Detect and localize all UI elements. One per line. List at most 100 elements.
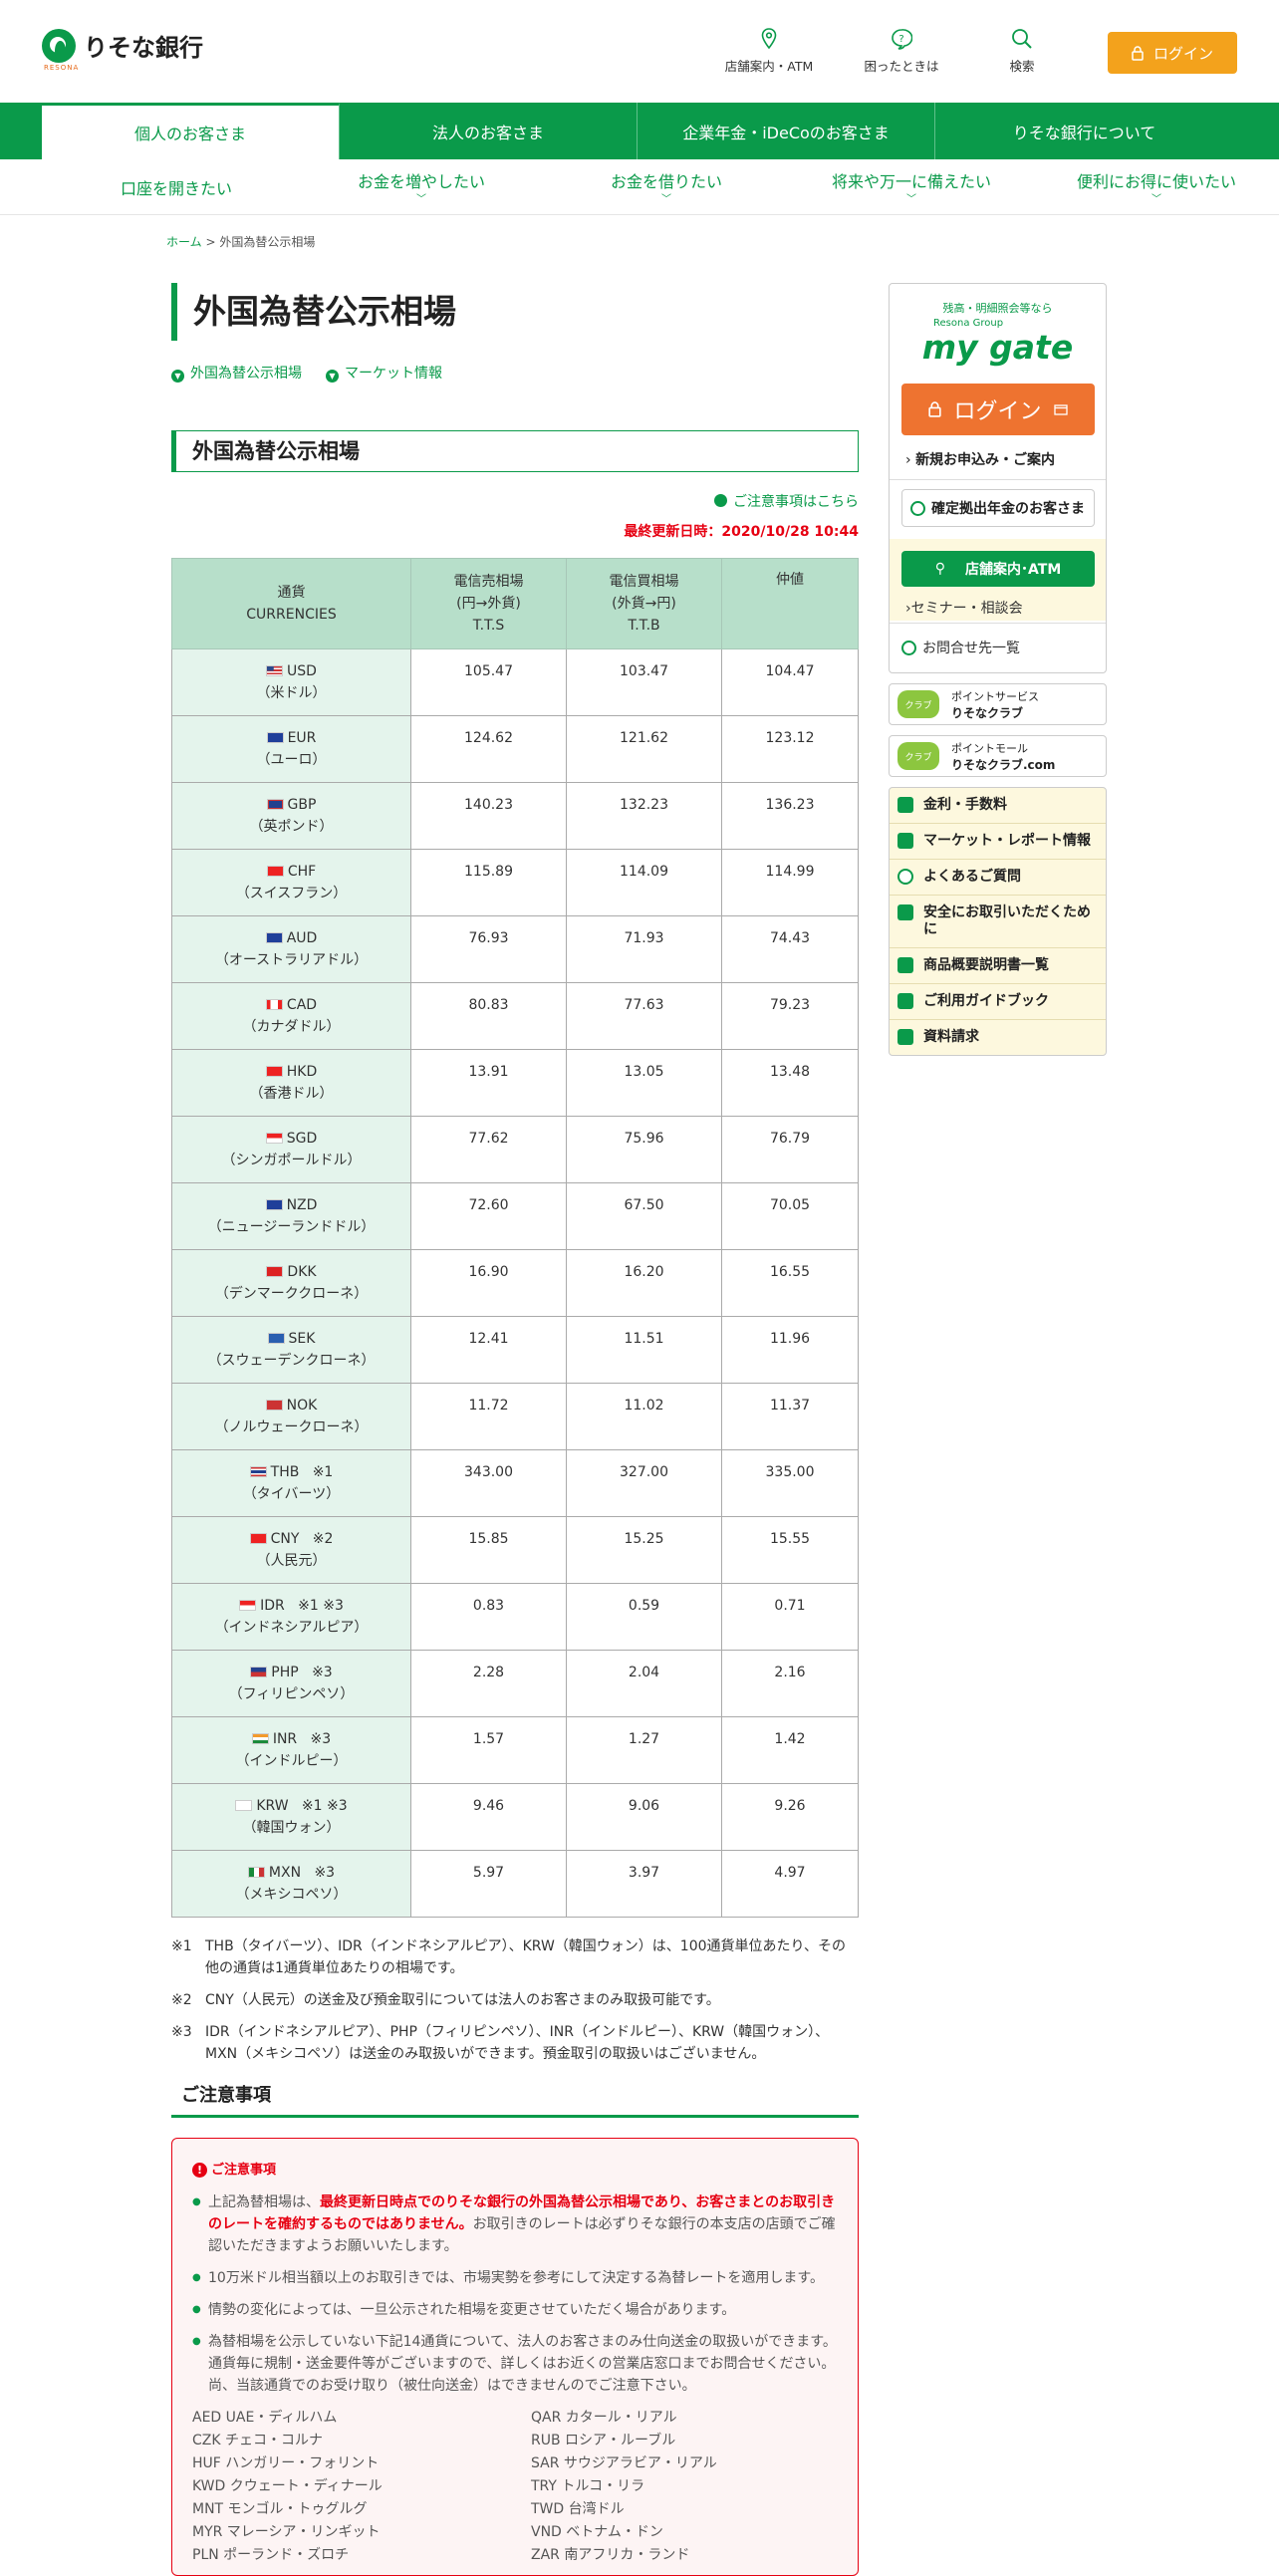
tts-cell: 76.93 (410, 915, 567, 983)
currency-code: SGD (286, 1131, 318, 1147)
currency-code: NOK (286, 1398, 318, 1414)
sidebar-link-rates[interactable]: 金利・手数料 (890, 788, 1106, 824)
footnote: ※1 THB（タイバーツ）、IDR（インドネシアルピア）、KRW（韓国ウォン）は、… (171, 1935, 859, 1979)
tab-corporate[interactable]: 法人のお客さま (340, 103, 638, 159)
mid-cell: 70.05 (721, 1182, 859, 1250)
currency-code: THB (270, 1464, 300, 1480)
tts-cell: 77.62 (410, 1116, 567, 1183)
sidebar-links: 金利・手数料 マーケット・レポート情報 よくあるご質問 安全にお取引いただくため… (889, 787, 1107, 1056)
tts-cell: 9.46 (410, 1783, 567, 1851)
currency-code: PHP (271, 1665, 299, 1680)
sub-nav-label: 便利にお得に使いたい (1076, 172, 1236, 191)
header-nav-atm[interactable]: 店舗案内・ATM (709, 28, 829, 75)
currency-cell: NOK （ノルウェークローネ） (171, 1383, 411, 1450)
ttb-cell: 16.20 (566, 1249, 722, 1317)
lock-icon (928, 401, 942, 417)
sidebar-link-guide[interactable]: ご利用ガイドブック (890, 984, 1106, 1020)
us-flag-icon (266, 665, 284, 676)
currency-cell: USD （米ドル） (171, 648, 411, 716)
atm-label: 店舗案内･ATM (965, 562, 1062, 578)
ttb-cell: 67.50 (566, 1182, 722, 1250)
table-row: DKK （デンマーククローネ） 16.90 16.20 16.55 (171, 1249, 859, 1317)
caution-item: 情勢の変化によっては、一旦公示された相場を変更させていただく場合があります。 (192, 2299, 838, 2321)
header-line: 通貨 (277, 585, 306, 601)
sidebar-link-products[interactable]: 商品概要説明書一覧 (890, 948, 1106, 984)
sub-nav-item[interactable]: 将来や万一に備えたい ﹀ (789, 159, 1034, 214)
logo[interactable]: りそな銀行 (42, 28, 203, 63)
sidebar: 残高・明細照会等なら Resona Group my gate ログイン › 新… (889, 283, 1107, 1056)
caution-text: 10万米ドル相当額以上のお取引きでは、市場実勢を参考にして決定する為替レートを適… (208, 2270, 824, 2286)
currency-note: ※3 (312, 1665, 333, 1680)
sub-nav-item[interactable]: 便利にお得に使いたい ﹀ (1034, 159, 1279, 214)
currency-code: EUR (287, 730, 317, 746)
mygate-login-button[interactable]: ログイン (901, 384, 1095, 435)
mygate-tagline: 残高・明細照会等なら (942, 302, 1053, 315)
mid-cell: 136.23 (721, 782, 859, 850)
header-line: 仲値 (776, 572, 804, 588)
currency-cell: CNY ※2 （人民元） (171, 1516, 411, 1584)
tab-about[interactable]: りそな銀行について (935, 103, 1233, 159)
help-bubble-icon: ? (892, 29, 912, 50)
sidebar-link-request[interactable]: 資料請求 (890, 1020, 1106, 1055)
sidebar-link-faq[interactable]: よくあるご質問 (890, 860, 1106, 896)
ttb-cell: 11.02 (566, 1383, 722, 1450)
chevron-down-icon: ▼ (171, 370, 184, 383)
table-row: GBP （英ポンド） 140.23 132.23 136.23 (171, 782, 859, 850)
sub-nav-item[interactable]: お金を借りたい ﹀ (544, 159, 789, 214)
sidebar-link-market[interactable]: マーケット・レポート情報 (890, 824, 1106, 860)
header-nav-help[interactable]: ? 困ったときは (842, 28, 961, 75)
mygate-new-link[interactable]: › 新規お申込み・ご案内 (905, 449, 1055, 469)
mid-cell: 0.71 (721, 1583, 859, 1651)
tab-personal[interactable]: 個人のお客さま (42, 103, 340, 159)
id-flag-icon (239, 1600, 257, 1611)
footnote-text: CNY（人民元）の送金及び預金取引については法人のお客さまのみ取扱可能です。 (205, 1992, 720, 2008)
main-content: 外国為替公示相場 ▼ 外国為替公示相場 ▼ マーケット情報 外国為替公示相場 ご注意… (171, 283, 859, 2576)
sub-nav-item[interactable]: 口座を開きたい (54, 159, 299, 214)
header-nav-search[interactable]: 検索 (962, 28, 1082, 75)
currency-cell: HKD （香港ドル） (171, 1049, 411, 1117)
coins-icon (897, 797, 913, 813)
tts-cell: 16.90 (410, 1249, 567, 1317)
currency-code: AUD (286, 930, 318, 946)
currency-cell: SGD （シンガポールドル） (171, 1116, 411, 1183)
contact-link[interactable]: お問合せ先一覧 (901, 638, 1020, 657)
site-header: りそな銀行 RESONA 店舗案内・ATM ? 困ったときは 検索 ログイン (0, 0, 1279, 103)
currency-cell: PHP ※3 （フィリピンペソ） (171, 1650, 411, 1717)
login-button[interactable]: ログイン (1108, 32, 1237, 74)
tab-pension[interactable]: 企業年金・iDeCoのお客さま (638, 103, 935, 159)
club-sub: ポイントサービス (951, 689, 1039, 703)
mygate-logo: my gate (921, 328, 1074, 367)
currency-code: SEK (288, 1331, 316, 1347)
anchor-link[interactable]: ▼ マーケット情報 (326, 363, 442, 383)
resona-club-banner[interactable]: クラブ ポイントサービス りそなクラブ (889, 683, 1107, 725)
table-header: 電信買相場 (外貨→円) T.T.B (566, 558, 722, 649)
last-updated: 最終更新日時：2020/10/28 10:44 (624, 524, 859, 540)
currency-cell: THB ※1 （タイバーツ） (171, 1449, 411, 1517)
currency-cell: GBP （英ポンド） (171, 782, 411, 850)
currency-cell: EUR （ユーロ） (171, 715, 411, 783)
chevron-down-icon: ﹀ (661, 194, 671, 205)
currency-list-item: RUB ロシア・ルーブル (531, 2433, 676, 2448)
currency-note: ※3 (314, 1865, 336, 1881)
atm-button[interactable]: ⚲ 店舗案内･ATM (901, 551, 1095, 587)
in-flag-icon (251, 1733, 269, 1744)
notes-link[interactable]: ご注意事項はこちら (171, 491, 859, 511)
currency-cell: AUD （オーストラリアドル） (171, 915, 411, 983)
breadcrumb-current: 外国為替公示相場 (219, 235, 316, 249)
currency-name: （英ポンド） (249, 819, 334, 835)
caution-text: 上記為替相場は、 (208, 2194, 320, 2210)
currency-code: NZD (286, 1197, 318, 1213)
seminar-link[interactable]: ›セミナー・相談会 (905, 598, 1023, 618)
currency-note: ※1 ※3 (298, 1598, 344, 1614)
currency-note: ※3 (310, 1731, 332, 1747)
tts-cell: 13.91 (410, 1049, 567, 1117)
sidebar-link-security[interactable]: 安全にお取引いただくために (890, 896, 1106, 948)
breadcrumb-home[interactable]: ホーム (166, 235, 202, 249)
pension-link[interactable]: 確定拠出年金のお客さま (901, 489, 1095, 527)
table-row: CHF （スイスフラン） 115.89 114.09 114.99 (171, 849, 859, 916)
sub-nav-item[interactable]: お金を増やしたい ﹀ (299, 159, 544, 214)
currency-list-item: PLN ポーランド・ズロチ (192, 2547, 350, 2563)
resona-club-com-banner[interactable]: クラブ ポイントモール りそなクラブ.com (889, 735, 1107, 777)
anchor-link[interactable]: ▼ 外国為替公示相場 (171, 363, 302, 383)
question-icon (897, 869, 913, 885)
